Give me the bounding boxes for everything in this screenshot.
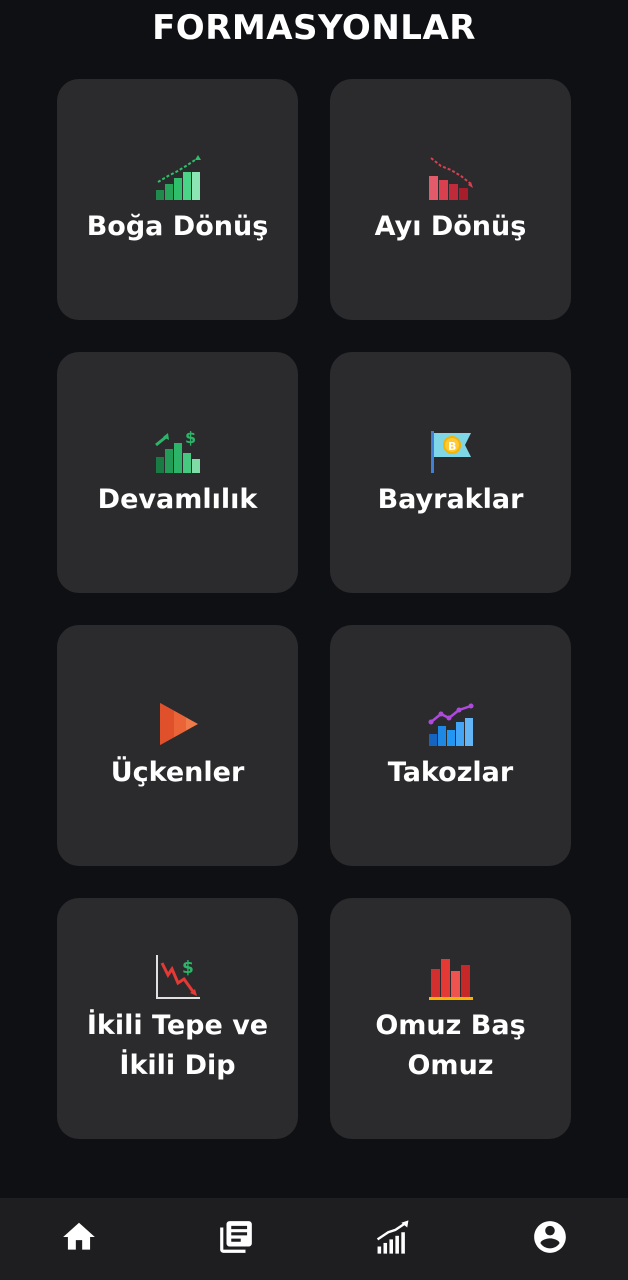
card-label: İkili Tepe ve İkili Dip [86, 1009, 269, 1081]
continuation-chart-icon: $ [153, 426, 203, 476]
bear-chart-down-icon [426, 153, 476, 203]
nav-account[interactable] [520, 1209, 580, 1269]
card-label: Ayı Dönüş [374, 210, 527, 242]
card-omuz-bas-omuz[interactable]: Omuz Baş Omuz [330, 898, 571, 1139]
screen: FORMASYONLAR Boğa Dönüş Ayı Dönüş $ Deva… [0, 0, 628, 1280]
bitcoin-flag-icon: B [426, 426, 476, 476]
head-shoulders-bars-icon [426, 952, 476, 1002]
bottom-nav [0, 1198, 628, 1280]
card-label: Devamlılık [97, 483, 258, 515]
double-top-chart-icon: $ [153, 952, 203, 1002]
card-takozlar[interactable]: Takozlar [330, 625, 571, 866]
card-label: Omuz Baş Omuz [375, 1009, 526, 1081]
card-devamlilik[interactable]: $ Devamlılık [57, 352, 298, 593]
card-uckenler[interactable]: Üçkenler [57, 625, 298, 866]
account-icon [531, 1218, 569, 1260]
svg-text:$: $ [185, 428, 196, 447]
triangle-play-icon [153, 699, 203, 749]
wedge-chart-icon [426, 699, 476, 749]
card-ayi-donus[interactable]: Ayı Dönüş [330, 79, 571, 320]
card-label: Takozlar [387, 756, 514, 788]
svg-text:B: B [448, 440, 456, 453]
nav-home[interactable] [49, 1209, 109, 1269]
card-ikili-tepe-dip[interactable]: $ İkili Tepe ve İkili Dip [57, 898, 298, 1139]
nav-documents[interactable] [206, 1209, 266, 1269]
card-label: Üçkenler [110, 756, 245, 788]
signal-chart-icon [374, 1218, 412, 1260]
page-title: FORMASYONLAR [152, 8, 476, 48]
nav-chart[interactable] [363, 1209, 423, 1269]
card-boga-donus[interactable]: Boğa Dönüş [57, 79, 298, 320]
svg-text:$: $ [182, 958, 194, 978]
card-label: Boğa Dönüş [86, 210, 269, 242]
documents-icon [217, 1218, 255, 1260]
bull-chart-up-icon [153, 153, 203, 203]
home-icon [60, 1218, 98, 1260]
card-bayraklar[interactable]: B Bayraklar [330, 352, 571, 593]
card-label: Bayraklar [377, 483, 524, 515]
